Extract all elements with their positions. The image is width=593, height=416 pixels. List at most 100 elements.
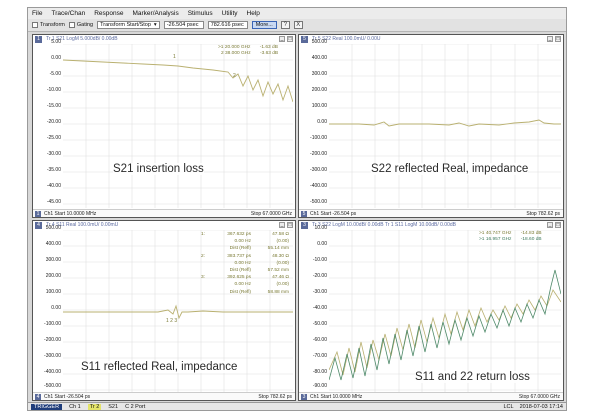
footer-stop: Stop 782.62 ps <box>258 393 292 400</box>
marker-freq: Dist (Refl) <box>229 268 251 274</box>
footer-stop: Stop 67.0000 GHz <box>250 210 292 217</box>
maximize-icon[interactable]: □ <box>555 222 561 228</box>
plot-area-s11-s22[interactable] <box>329 230 561 392</box>
plot-area-s22[interactable] <box>329 44 561 208</box>
y-tick: 0.00 <box>317 241 327 247</box>
marker-freq: 0.00 Hz <box>234 239 251 245</box>
marker-flags: 1 2 3 <box>166 318 177 324</box>
panel-footer: 4 Ch1 Start -26.504 ps Stop 782.62 ps <box>33 392 295 400</box>
marker-value: -18.60 dB <box>520 237 542 242</box>
y-tick: -200.00 <box>44 337 61 343</box>
menu-file[interactable]: File <box>32 10 42 17</box>
marker-row: 2: 383.737 ps 48.30 Ω <box>201 253 289 260</box>
marker-freq: 0.00 Hz <box>234 282 251 288</box>
marker-value: 47.58 Ω <box>272 232 289 237</box>
window-index: 3 <box>301 393 307 400</box>
y-tick: 500.00 <box>311 39 327 45</box>
checkbox-box[interactable] <box>32 22 38 28</box>
y-tick: 500.00 <box>45 225 61 231</box>
stop-time-field[interactable]: 782.616 psec <box>207 21 248 29</box>
panel-s11-s22[interactable]: 3 Tr 3 S22 LogM 10.00dB/ 0.00dB Tr 1 S11… <box>298 220 564 401</box>
vna-window: File Trace/Chan Response Marker/Analysis… <box>27 7 567 411</box>
footer-stop: Stop 67.0000 GHz <box>518 393 560 400</box>
minimize-icon[interactable]: _ <box>279 36 285 42</box>
marker-freq: Dist (Refl) <box>229 289 251 295</box>
marker-row: Dist (Refl) 57.52 mm <box>201 267 289 274</box>
y-tick: -5.00 <box>49 71 61 77</box>
y-tick: -200.00 <box>310 151 327 157</box>
menu-help[interactable]: Help <box>247 10 260 17</box>
y-tick: 300.00 <box>45 257 61 263</box>
minimize-icon[interactable]: _ <box>547 36 553 42</box>
marker-readout-s11: >1 16.957 GHz -18.60 dB <box>479 237 542 242</box>
y-tick: -20.00 <box>312 273 327 279</box>
marker-id: >1 <box>479 237 485 242</box>
y-tick: -500.00 <box>310 199 327 205</box>
panel-s21[interactable]: 1 Tr 1 S21 LogM 5.000dB/ 0.00dB _ □ 5.00… <box>32 34 296 218</box>
gating-checkbox[interactable]: Gating <box>68 22 94 28</box>
status-channel[interactable]: Ch 1 <box>69 404 81 410</box>
more-button[interactable]: More... <box>251 21 277 29</box>
status-port: C 2 Port <box>125 403 146 410</box>
gating-label: Gating <box>76 22 94 28</box>
panel-footer: 5 Ch1 Start -26.504 ps Stop 782.62 ps <box>299 209 563 217</box>
minimize-icon[interactable]: _ <box>547 222 553 228</box>
menu-response[interactable]: Response <box>94 10 123 17</box>
y-tick: 0.00 <box>51 55 61 61</box>
y-tick: 100.00 <box>45 289 61 295</box>
panel-s22[interactable]: 5 Tr 5 S22 Real 100.0mU/ 0.00U _ □ 500.0… <box>298 34 564 218</box>
y-tick: -300.00 <box>44 353 61 359</box>
transform-checkbox[interactable]: Transform <box>32 22 65 28</box>
marker-id: >1 <box>479 231 485 236</box>
y-tick: -100.00 <box>310 135 327 141</box>
y-tick: -35.00 <box>46 167 61 173</box>
maximize-icon[interactable]: □ <box>287 36 293 42</box>
plot-area-s21[interactable]: 1 2 <box>63 44 293 208</box>
y-tick: -25.00 <box>46 135 61 141</box>
marker-value: -1.63 dB <box>259 45 278 50</box>
y-tick: -15.00 <box>46 103 61 109</box>
y-tick: -30.00 <box>46 151 61 157</box>
start-time-value: -26.504 psec <box>166 22 199 28</box>
close-icon[interactable]: X <box>293 21 303 29</box>
status-trace[interactable]: Tr 2 <box>87 403 102 410</box>
status-param: S21 <box>108 403 119 410</box>
marker-value: 48.30 Ω <box>272 253 289 259</box>
marker-value: (0.00) <box>276 260 289 266</box>
marker-value: -14.83 dB <box>520 231 542 236</box>
panel-caption: S21 insertion loss <box>113 163 204 175</box>
maximize-icon[interactable]: □ <box>555 36 561 42</box>
transform-mode-select[interactable]: Transform Start/Stop ▾ <box>97 21 160 29</box>
marker-row: 3: 392.625 ps 47.46 Ω <box>201 274 289 281</box>
marker-freq: 16.957 GHz <box>485 237 512 242</box>
maximize-icon[interactable]: □ <box>287 222 293 228</box>
marker-row: Dist (Refl) 58.88 mm <box>201 289 289 296</box>
y-tick: -10.00 <box>46 87 61 93</box>
y-tick: 200.00 <box>311 87 327 93</box>
marker-freq: 38.000 GHz <box>225 51 251 56</box>
window-index: 1 <box>35 210 41 217</box>
menu-marker-analysis[interactable]: Marker/Analysis <box>132 10 178 17</box>
transform-label: Transform <box>40 22 65 28</box>
menu-bar: File Trace/Chan Response Marker/Analysis… <box>28 8 566 19</box>
y-tick: -100.00 <box>44 321 61 327</box>
marker-freq: 40.747 GHz <box>485 231 512 236</box>
panel-s11-real[interactable]: 4 Tr 4 S11 Real 100.0mU/ 0.00mU _ □ 500.… <box>32 220 296 401</box>
marker-readout-2: 2 38.000 GHz -3.63 dB <box>221 51 278 56</box>
menu-trace-chan[interactable]: Trace/Chan <box>51 10 85 17</box>
menu-utility[interactable]: Utility <box>222 10 238 17</box>
marker-id: 1: <box>201 232 206 237</box>
y-tick: -90.00 <box>312 383 327 389</box>
y-tick: -40.00 <box>312 305 327 311</box>
marker-value: 57.52 mm <box>267 268 289 274</box>
y-tick: -50.00 <box>312 321 327 327</box>
window-index: 5 <box>301 210 307 217</box>
minimize-icon[interactable]: _ <box>279 222 285 228</box>
panel-footer: 3 Ch1 Start 10.0000 MHz Stop 67.0000 GHz <box>299 392 563 400</box>
marker-row: 0.00 Hz (0.00) <box>201 281 289 288</box>
help-icon[interactable]: ? <box>280 21 290 29</box>
start-time-field[interactable]: -26.504 psec <box>163 21 204 29</box>
checkbox-box[interactable] <box>68 22 75 28</box>
marker-freq: 0.00 Hz <box>234 260 251 266</box>
menu-stimulus[interactable]: Stimulus <box>188 10 213 17</box>
